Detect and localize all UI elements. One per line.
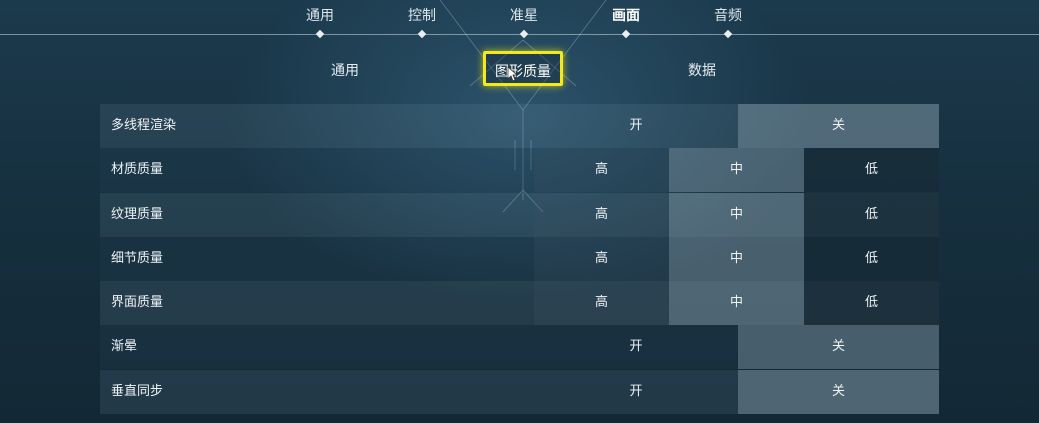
option-off[interactable]: 关 <box>738 369 939 414</box>
tab-crosshair[interactable]: 准星 <box>484 5 564 25</box>
option-low[interactable]: 低 <box>804 236 939 281</box>
tab-marker-icon <box>417 29 427 39</box>
setting-label: 渐晕 <box>111 339 138 355</box>
subtab-data[interactable]: 数据 <box>642 60 762 80</box>
top-tab-bar: 通用 控制 准星 画面 音频 <box>0 0 1039 40</box>
option-off[interactable]: 关 <box>738 104 939 148</box>
setting-label: 纹理质量 <box>111 206 164 222</box>
option-on[interactable]: 开 <box>534 370 738 414</box>
option-high[interactable]: 高 <box>534 148 669 193</box>
tab-marker-icon <box>621 29 631 39</box>
tab-general[interactable]: 通用 <box>280 5 360 25</box>
setting-row-material-quality: 材质质量 高 中 低 <box>100 148 939 193</box>
option-medium[interactable]: 中 <box>669 236 804 281</box>
option-low[interactable]: 低 <box>804 148 939 193</box>
tab-controls[interactable]: 控制 <box>382 5 462 25</box>
tab-marker-icon <box>723 29 733 39</box>
subtab-graphics-quality[interactable]: 图形质量 <box>483 51 563 86</box>
setting-label: 细节质量 <box>111 250 164 266</box>
graphics-settings-list: 多线程渲染 开 关 材质质量 高 中 低 纹理质量 高 中 低 细节质量 高 中… <box>100 104 939 414</box>
option-high[interactable]: 高 <box>534 236 669 281</box>
tab-marker-icon <box>519 29 529 39</box>
option-low[interactable]: 低 <box>804 192 939 237</box>
option-low[interactable]: 低 <box>804 281 939 326</box>
option-off[interactable]: 关 <box>738 325 939 370</box>
option-high[interactable]: 高 <box>534 281 669 326</box>
subtab-graphics-quality-label: 图形质量 <box>495 64 551 80</box>
setting-label: 多线程渲染 <box>111 118 177 133</box>
tab-audio[interactable]: 音频 <box>688 5 768 25</box>
option-on[interactable]: 开 <box>534 104 738 148</box>
option-on[interactable]: 开 <box>534 325 738 369</box>
setting-row-detail-quality: 细节质量 高 中 低 <box>100 236 939 281</box>
setting-label: 界面质量 <box>111 295 164 311</box>
setting-row-vignette: 渐晕 开 关 <box>100 325 939 370</box>
tab-marker-icon <box>315 29 325 39</box>
option-medium[interactable]: 中 <box>669 148 804 193</box>
mouse-cursor-icon <box>507 66 519 82</box>
setting-label: 垂直同步 <box>111 383 164 399</box>
option-high[interactable]: 高 <box>534 192 669 237</box>
setting-row-texture-quality: 纹理质量 高 中 低 <box>100 192 939 237</box>
option-medium[interactable]: 中 <box>669 192 804 237</box>
tab-display[interactable]: 画面 <box>586 5 666 25</box>
setting-row-ui-quality: 界面质量 高 中 低 <box>100 281 939 326</box>
setting-label: 材质质量 <box>111 162 164 178</box>
setting-row-vsync: 垂直同步 开 关 <box>100 369 939 414</box>
setting-row-multithread: 多线程渲染 开 关 <box>100 104 939 148</box>
subtab-general[interactable]: 通用 <box>285 60 405 80</box>
option-medium[interactable]: 中 <box>669 281 804 326</box>
